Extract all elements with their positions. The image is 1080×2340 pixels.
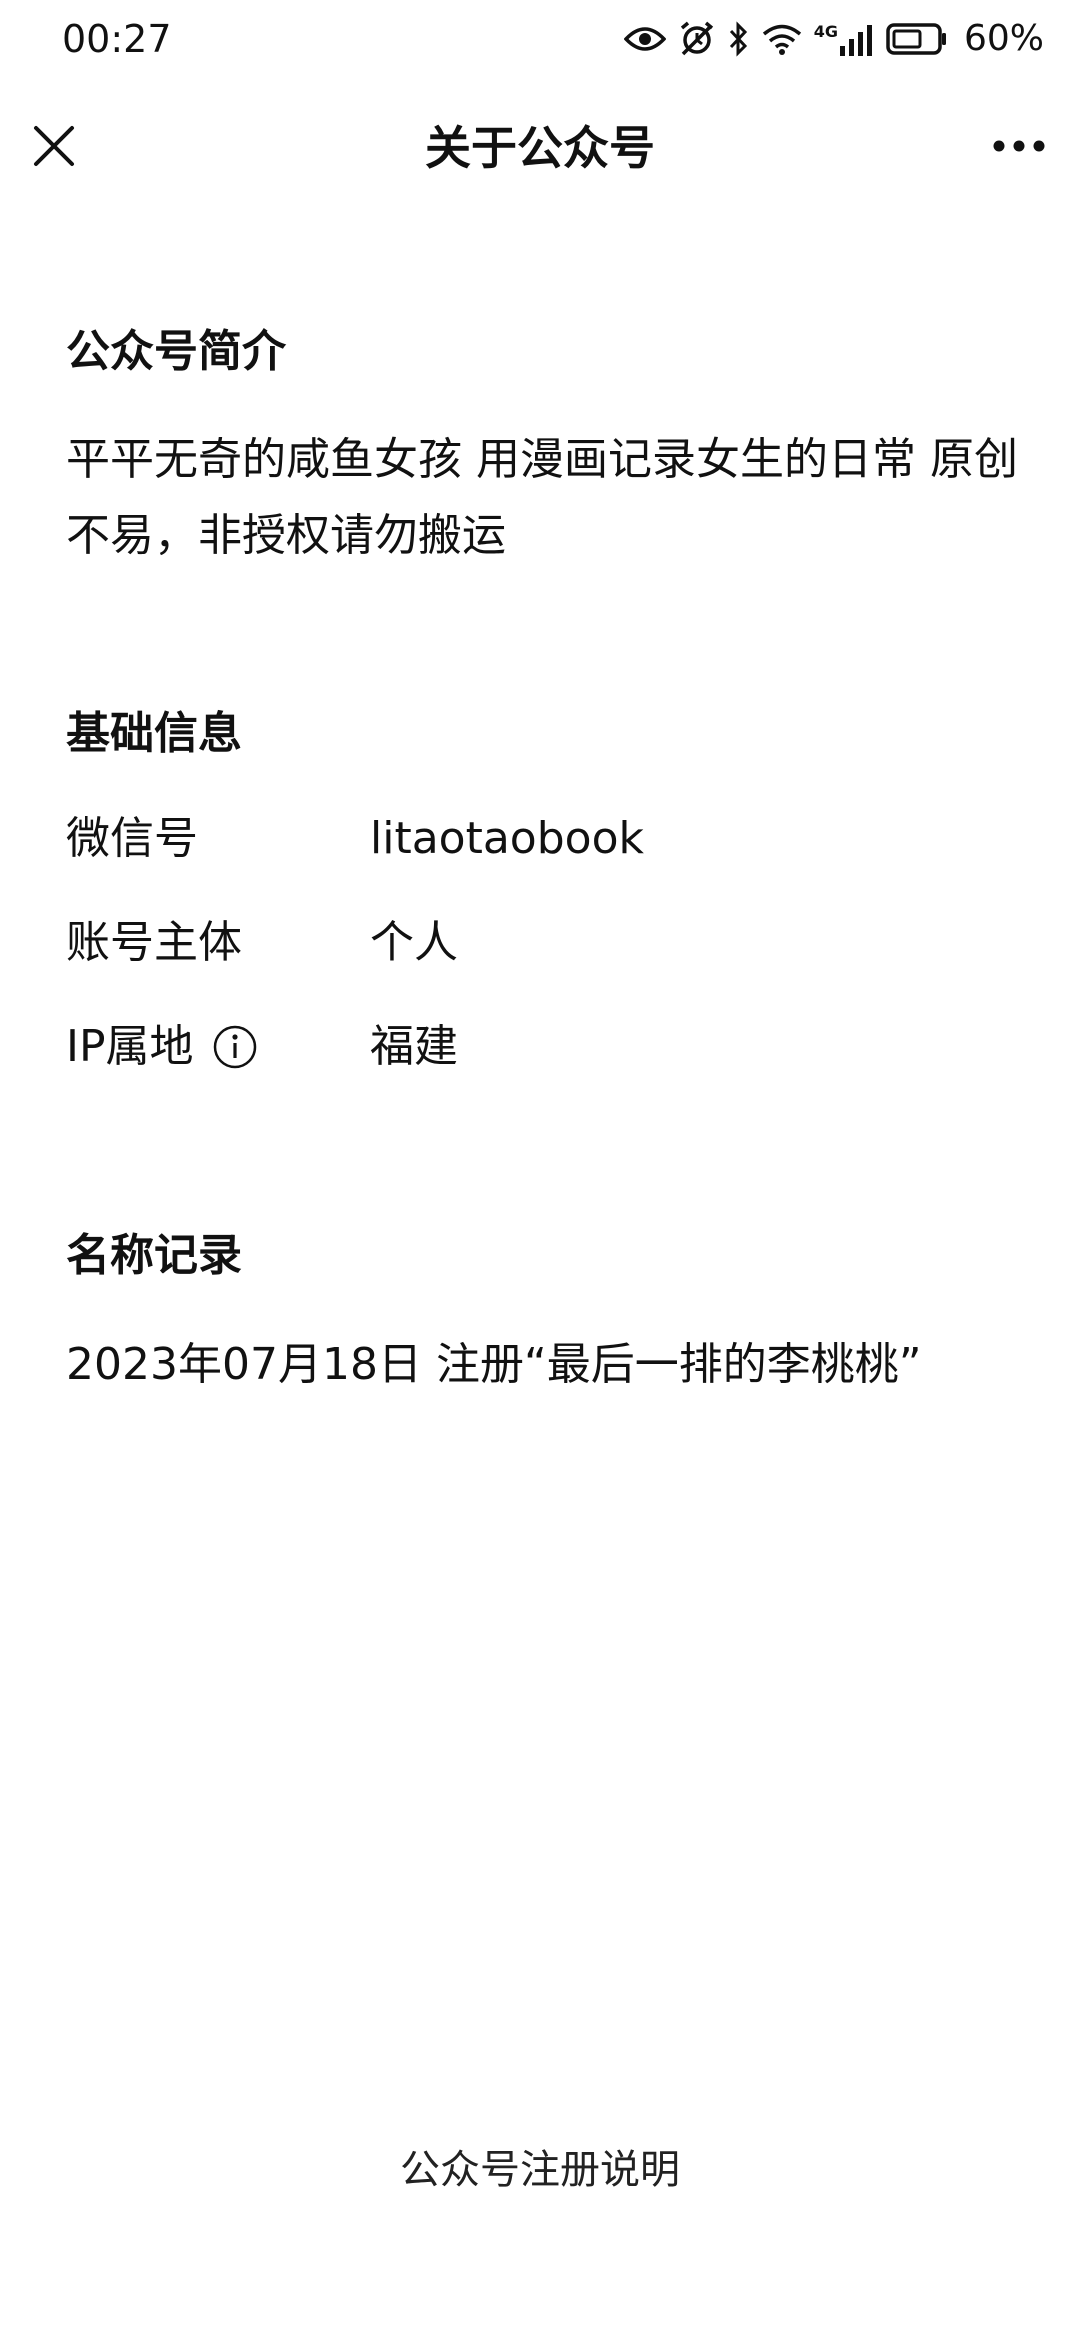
battery-icon (886, 22, 948, 56)
info-value: 个人 (370, 917, 458, 968)
eye-icon (623, 24, 666, 54)
nav-bar: 关于公众号 (0, 88, 1080, 204)
alarm-off-icon (678, 20, 716, 58)
intro-text: 平平无奇的咸鱼女孩 用漫画记录女生的日常 原创不易，非授权请勿搬运 (66, 434, 1018, 561)
info-label: 账号主体 (66, 917, 242, 968)
info-row-ip-location: IP属地 福建 (66, 1012, 1026, 1082)
info-label: 微信号 (66, 813, 198, 864)
status-bar: 00:27 4G 60% (0, 0, 1080, 78)
more-icon (993, 140, 1045, 152)
info-label-wrapper: IP属地 (66, 1012, 258, 1082)
network-type-label: 4G (813, 22, 838, 41)
info-circle-icon[interactable] (212, 1024, 258, 1070)
battery-percent: 60% (963, 18, 1044, 59)
info-value: 福建 (370, 1021, 458, 1072)
name-records-section-title: 名称记录 (66, 1230, 242, 1281)
registration-info-link[interactable]: 公众号注册说明 (0, 2140, 1080, 2200)
intro-section-title: 公众号简介 (66, 326, 286, 377)
status-icons: 4G 60% (623, 14, 1044, 64)
status-time: 00:27 (62, 17, 172, 61)
bluetooth-icon (728, 21, 750, 57)
wifi-icon (762, 23, 802, 55)
info-row-account-subject: 账号主体 个人 (66, 908, 1026, 978)
basic-info-section-title: 基础信息 (66, 708, 242, 759)
info-row-wechat-id: 微信号 litaotaobook (66, 804, 1026, 874)
info-label: IP属地 (66, 1021, 194, 1072)
more-button[interactable] (984, 116, 1054, 176)
name-record-item: 2023年07月18日 注册“最后一排的李桃桃” (66, 1339, 922, 1390)
info-value: litaotaobook (370, 813, 644, 864)
signal-icon: 4G (814, 22, 874, 56)
page-title: 关于公众号 (425, 121, 655, 175)
